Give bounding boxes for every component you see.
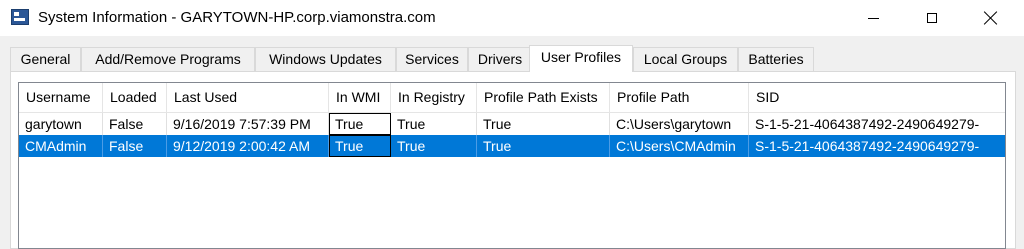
column-header-in-wmi[interactable]: In WMI [329,83,391,112]
cell-last-used: 9/12/2019 2:00:42 AM [167,135,329,157]
close-button[interactable] [968,0,1014,36]
column-header-username[interactable]: Username [19,83,103,112]
cell-in-wmi: True [329,113,391,135]
maximize-button[interactable] [909,0,955,36]
tab-services[interactable]: Services [396,47,468,71]
cell-profile-path-exists: True [477,135,610,157]
table-row[interactable]: garytown False 9/16/2019 7:57:39 PM True… [19,113,1005,135]
cell-sid: S-1-5-21-4064387492-2490649279- [755,138,980,154]
cell-in-wmi: True [329,135,391,157]
tab-user-profiles[interactable]: User Profiles [529,45,633,72]
cell-in-registry: True [391,113,477,135]
column-header-sid[interactable]: SID [749,83,1005,112]
column-header-last-used[interactable]: Last Used [167,83,329,112]
tab-local-groups[interactable]: Local Groups [633,47,738,71]
close-icon [984,11,998,25]
column-header-loaded[interactable]: Loaded [103,83,167,112]
column-header-in-registry[interactable]: In Registry [391,83,477,112]
window-title: System Information - GARYTOWN-HP.corp.vi… [38,9,436,26]
table-row-selected[interactable]: CMAdmin False 9/12/2019 2:00:42 AM True … [19,135,1005,157]
tab-windows-updates[interactable]: Windows Updates [255,47,396,71]
cell-username: garytown [19,113,103,135]
minimize-button[interactable] [850,0,896,36]
column-header-profile-path-exists[interactable]: Profile Path Exists [477,83,610,112]
maximize-icon [927,13,937,23]
tab-drivers[interactable]: Drivers [468,47,532,71]
cell-loaded: False [103,113,167,135]
cell-profile-path: C:\Users\CMAdmin [610,135,749,157]
cell-in-registry: True [391,135,477,157]
cell-sid: S-1-5-21-4064387492-2490649279- [755,116,980,132]
cell-profile-path-exists: True [477,113,610,135]
cell-profile-path: C:\Users\garytown [610,113,749,135]
cell-last-used: 9/16/2019 7:57:39 PM [167,113,329,135]
tab-add-remove-programs[interactable]: Add/Remove Programs [81,47,255,71]
user-profiles-list[interactable]: Username Loaded Last Used In WMI In Regi… [18,82,1006,249]
column-header-row: Username Loaded Last Used In WMI In Regi… [19,83,1005,113]
tab-general[interactable]: General [10,47,81,71]
tab-batteries[interactable]: Batteries [738,47,814,71]
column-header-profile-path[interactable]: Profile Path [610,83,749,112]
system-info-icon[interactable] [11,9,29,25]
cell-loaded: False [103,135,167,157]
minimize-icon [867,17,879,19]
title-bar: System Information - GARYTOWN-HP.corp.vi… [0,0,1024,36]
cell-username: CMAdmin [19,135,103,157]
